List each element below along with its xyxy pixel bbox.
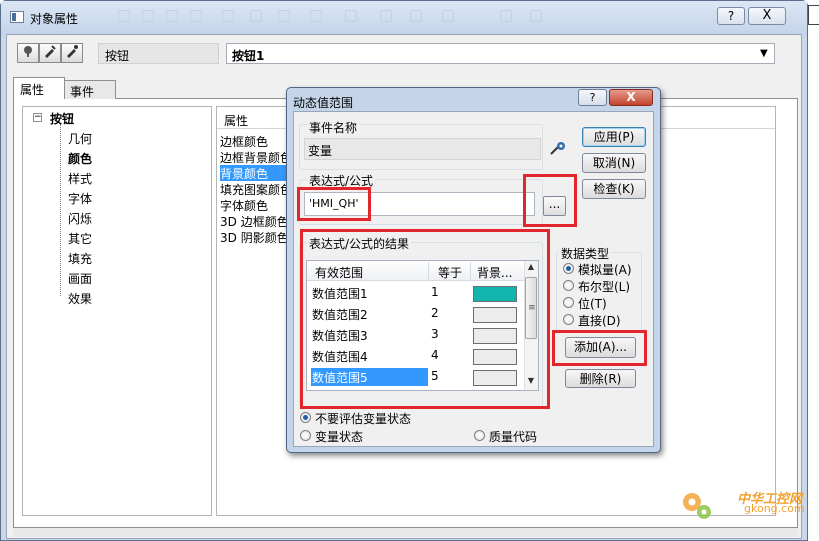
apply-property-icon[interactable] bbox=[61, 43, 83, 63]
radio-no-eval[interactable] bbox=[300, 412, 311, 423]
radio-direct-label: 直接(D) bbox=[578, 314, 621, 328]
property-item[interactable]: 边框背景颜色 bbox=[220, 149, 292, 165]
object-type-field: 按钮 bbox=[98, 43, 219, 64]
help-button[interactable]: ? bbox=[717, 7, 745, 25]
ghost-toolbar-icon bbox=[500, 10, 512, 22]
tree-item-geometry[interactable]: 几何 bbox=[68, 130, 92, 147]
ghost-toolbar-icon bbox=[118, 10, 130, 22]
tree-item-effects[interactable]: 效果 bbox=[68, 290, 92, 307]
highlight-results bbox=[300, 229, 550, 409]
property-item[interactable]: 3D 阴影颜色 bbox=[220, 229, 292, 245]
highlight-browse bbox=[523, 174, 577, 227]
ghost-toolbar-icon bbox=[410, 10, 422, 22]
tree-connector bbox=[60, 124, 61, 296]
radio-bit[interactable] bbox=[563, 297, 574, 308]
property-item[interactable]: 字体颜色 bbox=[220, 197, 292, 213]
datatype-label: 数据类型 bbox=[559, 245, 612, 262]
property-item[interactable]: 填充图案颜色 bbox=[220, 181, 292, 197]
tag-link-icon[interactable] bbox=[550, 141, 568, 157]
tree-item-filling[interactable]: 填充 bbox=[68, 250, 92, 267]
radio-no-eval-label: 不要评估变量状态 bbox=[315, 412, 412, 426]
dialog-help-button[interactable]: ? bbox=[578, 89, 607, 106]
window-title: 对象属性 bbox=[30, 12, 79, 26]
tree-root[interactable]: 按钮 bbox=[50, 110, 74, 127]
status-strip bbox=[13, 528, 798, 537]
tree-item-flashing[interactable]: 闪烁 bbox=[68, 210, 92, 227]
event-name-field: 变量 bbox=[304, 138, 541, 160]
apply-button[interactable]: 应用(P) bbox=[582, 127, 646, 147]
ghost-toolbar-icon bbox=[380, 10, 392, 22]
ghost-toolbar-icon bbox=[310, 10, 322, 22]
radio-boolean-label: 布尔型(L) bbox=[578, 280, 631, 294]
watermark-url: gkong.com bbox=[744, 502, 805, 515]
pin-icon[interactable] bbox=[17, 43, 39, 63]
dialog-title: 动态值范围 bbox=[293, 96, 354, 110]
radio-quality-code[interactable] bbox=[474, 430, 485, 441]
close-button[interactable]: X bbox=[748, 7, 786, 25]
radio-quality-code-label: 质量代码 bbox=[489, 430, 538, 444]
pick-property-icon[interactable] bbox=[39, 43, 61, 63]
tree-item-colors[interactable]: 颜色 bbox=[68, 150, 92, 167]
property-item-selected[interactable]: 背景颜色 bbox=[220, 165, 292, 181]
radio-tag-status[interactable] bbox=[300, 430, 311, 441]
background-window-edge bbox=[808, 5, 819, 25]
desktop-edge bbox=[808, 0, 819, 541]
highlight-expression bbox=[297, 187, 371, 221]
ghost-toolbar-icon bbox=[142, 10, 154, 22]
ghost-toolbar-icon bbox=[530, 10, 542, 22]
tree-item-picture[interactable]: 画面 bbox=[68, 270, 92, 287]
watermark-gear-icon bbox=[683, 493, 711, 519]
ghost-toolbar-icon bbox=[190, 10, 202, 22]
delete-button[interactable]: 删除(R) bbox=[565, 369, 636, 388]
highlight-add bbox=[552, 330, 647, 366]
ghost-toolbar-icon bbox=[250, 10, 262, 22]
collapse-icon[interactable]: − bbox=[33, 113, 42, 122]
tree-item-style[interactable]: 样式 bbox=[68, 170, 92, 187]
tab-events[interactable]: 事件 bbox=[64, 80, 116, 99]
chevron-down-icon[interactable]: ▼ bbox=[760, 48, 768, 59]
ghost-toolbar-icon bbox=[278, 10, 290, 22]
radio-tag-status-label: 变量状态 bbox=[315, 430, 364, 444]
app-window-icon bbox=[10, 11, 24, 23]
cancel-button[interactable]: 取消(N) bbox=[582, 153, 646, 173]
radio-direct[interactable] bbox=[563, 314, 574, 325]
ghost-toolbar-icon bbox=[166, 10, 178, 22]
property-item[interactable]: 3D 边框颜色 bbox=[220, 213, 292, 229]
tree-item-font[interactable]: 字体 bbox=[68, 190, 92, 207]
dialog-close-button[interactable]: X bbox=[609, 89, 653, 106]
property-item[interactable]: 边框颜色 bbox=[220, 133, 292, 149]
ghost-toolbar-icon bbox=[345, 10, 357, 22]
radio-analog-label: 模拟量(A) bbox=[578, 263, 632, 277]
ghost-toolbar-icon bbox=[222, 10, 234, 22]
property-tree bbox=[22, 106, 212, 516]
tab-properties[interactable]: 属性 bbox=[13, 77, 65, 99]
event-name-label: 事件名称 bbox=[307, 119, 360, 136]
radio-analog[interactable] bbox=[563, 263, 574, 274]
tree-item-misc[interactable]: 其它 bbox=[68, 230, 92, 247]
radio-bit-label: 位(T) bbox=[578, 297, 607, 311]
object-name-select[interactable]: 按钮1 bbox=[226, 43, 775, 64]
ghost-toolbar-icon bbox=[442, 10, 454, 22]
radio-boolean[interactable] bbox=[563, 280, 574, 291]
check-button[interactable]: 检查(K) bbox=[582, 179, 646, 199]
